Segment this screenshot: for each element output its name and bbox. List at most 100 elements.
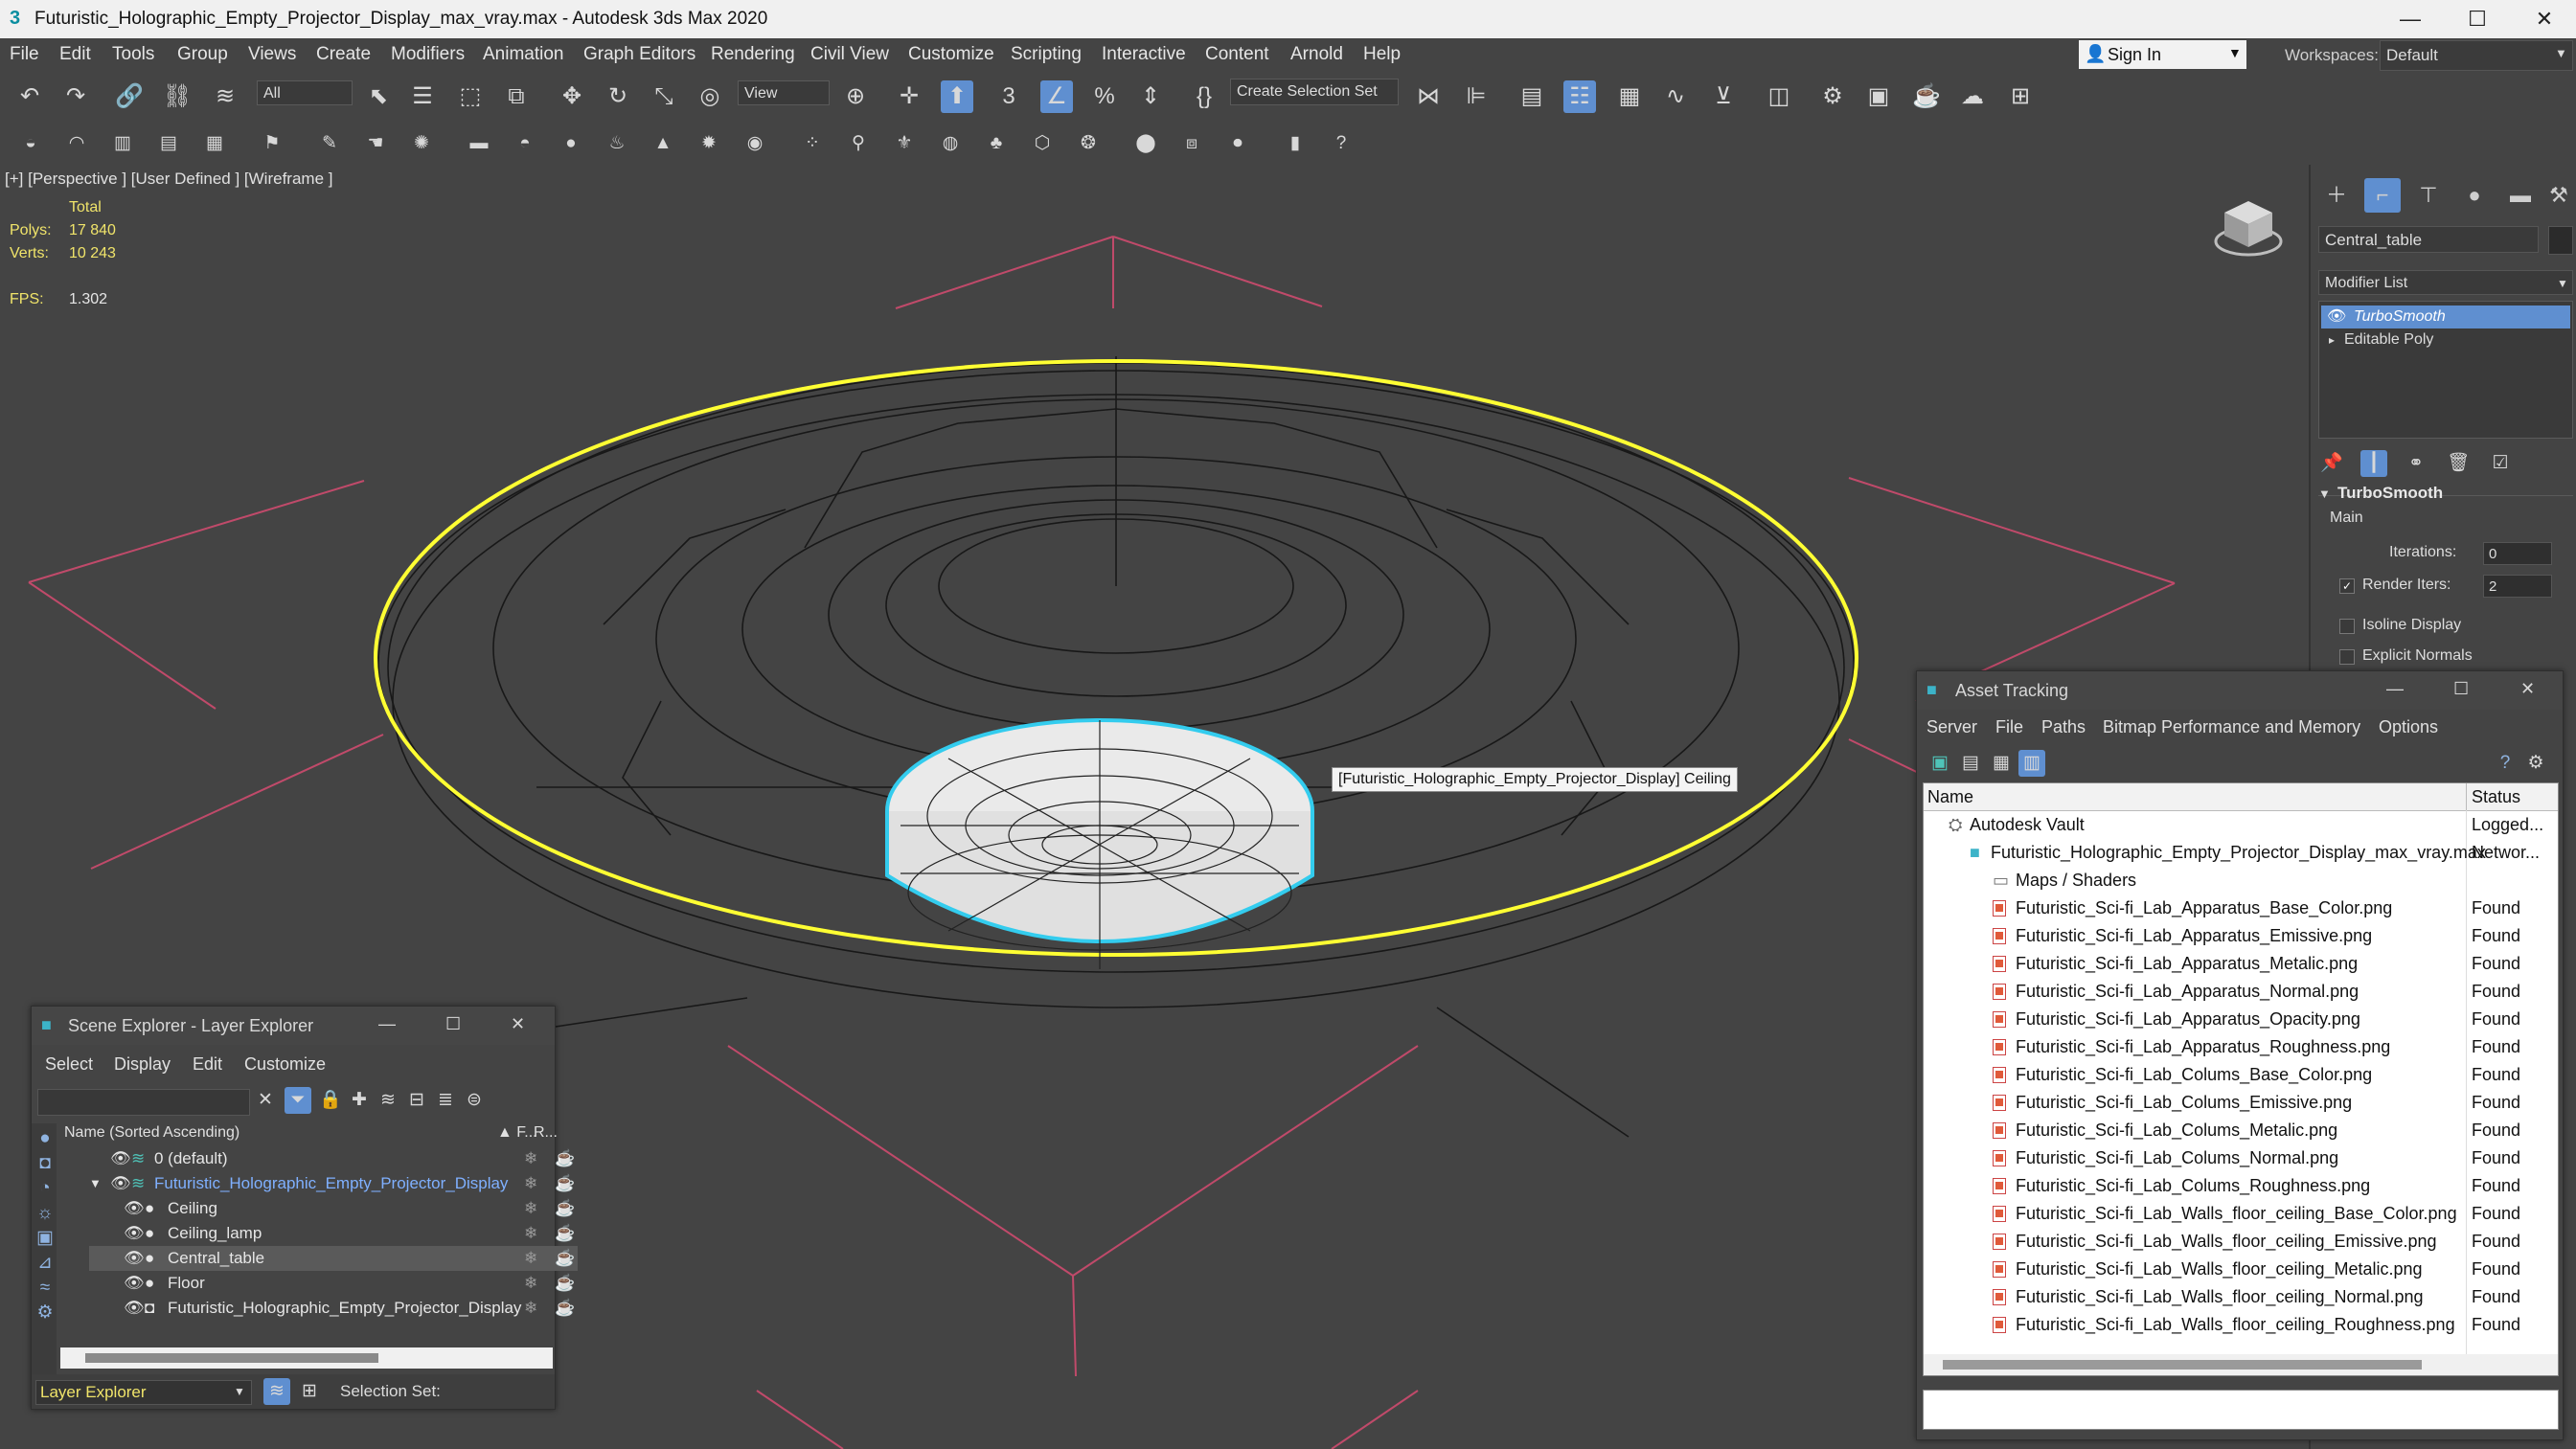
teapot-icon[interactable]: ♨ [604,130,630,157]
selection-set-icon[interactable]: ⊞ [296,1378,323,1405]
create-selection-set-dropdown[interactable]: Create Selection Set [1230,79,1399,105]
menu-customize[interactable]: Customize [908,44,994,65]
se-col-f[interactable]: ▲ F... [497,1124,537,1142]
pin-stack-icon[interactable]: 📌 [2318,450,2345,477]
render-icon[interactable]: ☕ [555,1171,575,1196]
asset-row[interactable]: Futuristic_Sci-fi_Lab_Walls_floor_ceilin… [1924,1228,2558,1256]
menu-graph-editors[interactable]: Graph Editors [583,44,695,65]
render-icon[interactable]: ☕ [555,1271,575,1296]
display-helpers-icon[interactable]: ⊿ [32,1250,58,1277]
viewcube-icon[interactable] [2213,193,2284,260]
dome-icon[interactable]: ◓ [512,130,538,157]
clear-search-icon[interactable]: ✕ [252,1087,279,1114]
turbosmooth-rollout-title[interactable]: TurboSmooth [2337,484,2443,503]
grid-icon[interactable]: ▦ [201,130,228,157]
maximize-button[interactable]: ☐ [445,1014,461,1034]
render-iters-spinner[interactable]: 2 [2483,575,2552,598]
display-geometry-icon[interactable]: ◘ [32,1150,58,1177]
collapse-arrow-icon[interactable]: ▼ [89,1171,102,1196]
viewport-nav-icon[interactable]: ◒ [17,130,44,157]
eye-icon[interactable]: 👁 [2327,306,2346,328]
object-row-ceiling[interactable]: 👁 ● Ceiling ❄ ☕ [89,1196,578,1221]
workspaces-dropdown[interactable]: Default ▼ [2380,40,2573,71]
record-icon[interactable]: ⏺ [1224,130,1251,157]
at-menu-server[interactable]: Server [1926,717,1977,737]
reference-coordinate-dropdown[interactable]: View [738,80,830,105]
edit-named-selection-icon[interactable]: {} [1188,80,1220,113]
display-spacewarps-icon[interactable]: ≈ [32,1275,58,1302]
object-name-field[interactable]: Central_table [2318,226,2539,253]
asset-row[interactable]: Futuristic_Sci-fi_Lab_Walls_floor_ceilin… [1924,1256,2558,1283]
display-tab-icon[interactable]: ▬ [2502,178,2539,213]
stack-item-turbosmooth[interactable]: 👁 TurboSmooth [2321,306,2570,328]
menu-views[interactable]: Views [248,44,296,65]
collapse-arrow-icon[interactable]: ▼ [2318,487,2331,501]
create-tab-icon[interactable]: ＋ [2318,178,2355,213]
show-end-result-icon[interactable]: ┃ [2360,450,2387,477]
se-col-name[interactable]: Name (Sorted Ascending) [64,1124,239,1142]
snaps-toggle-icon[interactable]: 3 [992,80,1025,113]
display-groups-icon[interactable]: ⚙ [32,1300,58,1326]
layer-icon[interactable]: ▤ [155,130,182,157]
dock-icon[interactable]: ▮ [1282,130,1309,157]
help-icon[interactable]: ? [1328,130,1355,157]
display-shapes-icon[interactable]: ◔ [32,1175,58,1202]
render-icon[interactable]: ☕ [555,1221,575,1246]
rotate-icon[interactable]: ↻ [602,80,634,113]
isoline-display-checkbox[interactable] [2339,619,2355,634]
object-row-floor[interactable]: 👁 ● Floor ❄ ☕ [89,1271,578,1296]
menu-edit[interactable]: Edit [59,44,91,65]
percent-snap-icon[interactable]: % [1088,80,1121,113]
plant-icon[interactable]: ♣ [983,130,1010,157]
schematic-view-icon[interactable]: ⊻ [1707,80,1740,113]
spinner-snap-icon[interactable]: ⇕ [1134,80,1167,113]
at-menu-paths[interactable]: Paths [2041,717,2086,737]
list-view-icon[interactable]: ▤ [1957,750,1984,777]
menu-interactive[interactable]: Interactive [1102,44,1186,65]
display-cameras-icon[interactable]: ▣ [32,1225,58,1252]
sun-icon[interactable]: ✹ [695,130,722,157]
proxy-icon[interactable]: ⬡ [1029,130,1056,157]
asset-row[interactable]: Futuristic_Sci-fi_Lab_Colums_Emissive.pn… [1924,1089,2558,1117]
angle-snap-icon[interactable]: ∠ [1040,80,1073,113]
at-menu-file[interactable]: File [1995,717,2023,737]
render-icon[interactable]: ☕ [555,1196,575,1221]
close-button[interactable]: ✕ [511,1014,525,1034]
display-all-icon[interactable]: ● [32,1125,58,1152]
expand-arrow-icon[interactable]: ▸ [2329,328,2335,351]
eye-icon[interactable]: 👁 [110,1146,131,1171]
render-icon[interactable]: ☕ [555,1296,575,1321]
menu-scripting[interactable]: Scripting [1011,44,1082,65]
asset-row[interactable]: Futuristic_Sci-fi_Lab_Apparatus_Opacity.… [1924,1006,2558,1033]
align-icon[interactable]: ⊫ [1460,80,1493,113]
render-icon[interactable]: ☕ [555,1146,575,1171]
se-col-r[interactable]: R... [534,1124,558,1142]
explorer-type-dropdown[interactable]: Layer Explorer ▼ [35,1380,252,1405]
help-icon[interactable]: ? [2492,750,2519,777]
redo-icon[interactable]: ↷ [59,80,92,113]
object-row-central-table[interactable]: 👁 ● Central_table ❄ ☕ [89,1246,578,1271]
sphere-icon[interactable]: ● [558,130,584,157]
select-object-icon[interactable]: ⬉ [362,80,395,113]
stack-icon[interactable]: ≣ [432,1087,459,1114]
material-editor-icon[interactable]: ◫ [1763,80,1795,113]
bind-spacewarp-icon[interactable]: ≋ [209,80,241,113]
close-button[interactable]: ✕ [2516,4,2573,34]
at-menu-bitmap-performance[interactable]: Bitmap Performance and Memory [2103,717,2360,737]
configure-modifier-sets-icon[interactable]: ☑ [2487,450,2514,477]
render-setup-icon[interactable]: ⚙ [1816,80,1849,113]
motion-tab-icon[interactable]: ● [2456,178,2493,213]
eye-icon[interactable]: 👁 [124,1246,145,1271]
make-unique-icon[interactable]: ⚭ [2403,450,2429,477]
asset-row-maps-folder[interactable]: ▭ Maps / Shaders [1924,867,2558,894]
maximize-button[interactable]: ☐ [2449,4,2506,34]
asset-row[interactable]: Futuristic_Sci-fi_Lab_Apparatus_Metalic.… [1924,950,2558,978]
menu-modifiers[interactable]: Modifiers [391,44,465,65]
render-production-icon[interactable]: ☕ [1910,80,1943,113]
cone-light-icon[interactable]: ▲ [650,130,676,157]
particles-icon[interactable]: ⁘ [799,130,826,157]
sign-in-button[interactable]: 👤 Sign In ▼ [2079,40,2246,69]
modifier-list-dropdown[interactable]: Modifier List ▼ [2318,270,2573,295]
eye-icon[interactable]: 👁 [124,1271,145,1296]
window-crossing-icon[interactable]: ⧉ [500,80,533,113]
